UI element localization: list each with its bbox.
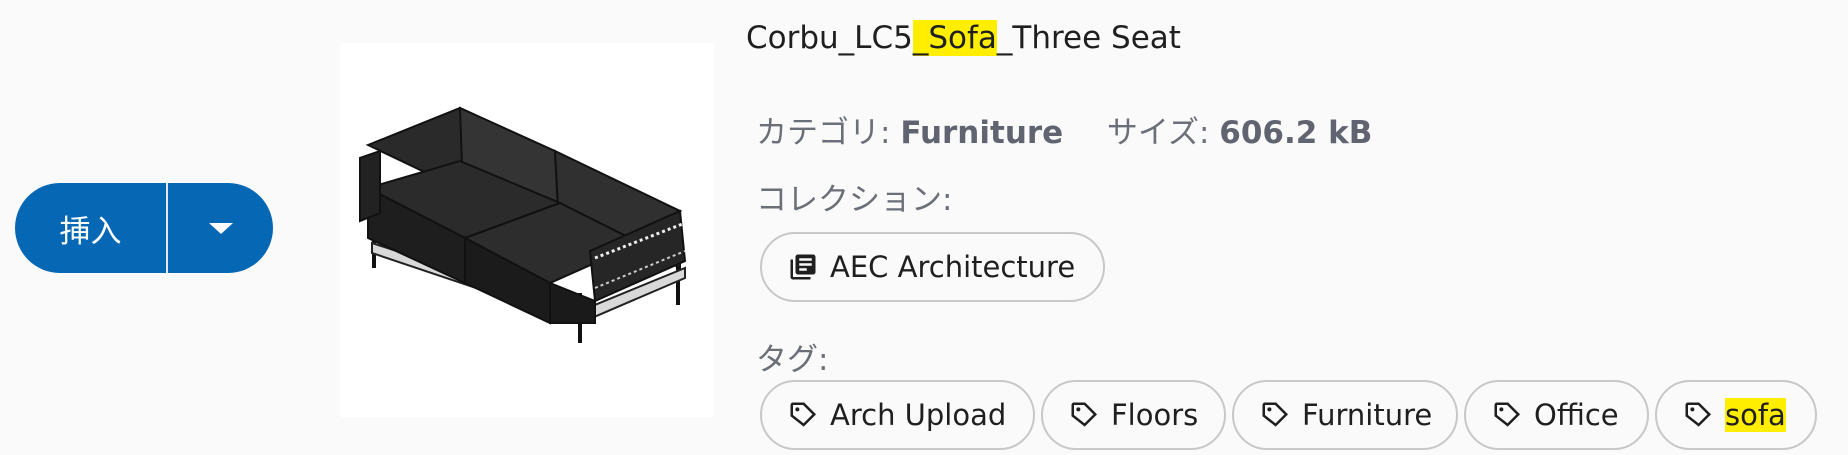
tag-icon xyxy=(788,400,818,430)
category-label: カテゴリ: xyxy=(756,115,891,151)
collection-chip-label: AEC Architecture xyxy=(830,250,1076,284)
size-value: 606.2 kB xyxy=(1219,115,1373,151)
tag-chip-label: Office xyxy=(1534,398,1619,432)
library-books-icon xyxy=(788,252,818,282)
collection-label: コレクション: xyxy=(756,182,953,218)
caret-down-icon xyxy=(208,222,233,234)
asset-title-prefix: Corbu_LC5 xyxy=(746,20,913,56)
tag-chip-sofa[interactable]: sofa xyxy=(1655,380,1817,450)
collection-chip[interactable]: AEC Architecture xyxy=(760,232,1105,302)
asset-thumbnail[interactable] xyxy=(340,43,714,417)
tag-icon xyxy=(1069,400,1099,430)
tag-chip-floors[interactable]: Floors xyxy=(1041,380,1226,450)
sofa-thumbnail-image xyxy=(359,106,687,343)
collection-list: AEC Architecture xyxy=(760,232,1105,302)
tag-icon xyxy=(1492,400,1522,430)
tag-chip-office[interactable]: Office xyxy=(1464,380,1649,450)
category-value: Furniture xyxy=(900,115,1064,151)
insert-split-button: 挿入 xyxy=(15,183,273,273)
tag-chip-label: Furniture xyxy=(1302,398,1433,432)
asset-title[interactable]: Corbu_LC5_Sofa_Three Seat xyxy=(746,20,1181,56)
asset-meta-line: カテゴリ: Furniture サイズ: 606.2 kB xyxy=(756,107,1372,152)
size-label: サイズ: xyxy=(1106,115,1210,151)
tag-chip-label: Floors xyxy=(1111,398,1199,432)
tag-list: Arch Upload Floors Furniture Office sofa xyxy=(760,380,1848,450)
tag-chip-label-highlighted: sofa xyxy=(1725,398,1786,432)
tag-icon xyxy=(1683,400,1713,430)
asset-result-row: 挿入 Corbu_LC5_Sofa_Three Seat カテゴリ: Furni… xyxy=(0,0,1848,455)
insert-options-dropdown-button[interactable] xyxy=(168,183,273,273)
tag-chip-arch-upload[interactable]: Arch Upload xyxy=(760,380,1035,450)
tags-label: タグ: xyxy=(756,342,829,378)
tag-chip-furniture[interactable]: Furniture xyxy=(1232,380,1458,450)
asset-title-highlight: _Sofa xyxy=(912,20,997,56)
insert-button[interactable]: 挿入 xyxy=(15,183,166,273)
tag-chip-label: Arch Upload xyxy=(830,398,1007,432)
asset-title-suffix: _Three Seat xyxy=(996,20,1181,56)
tag-icon xyxy=(1260,400,1290,430)
insert-button-label: 挿入 xyxy=(59,213,122,250)
